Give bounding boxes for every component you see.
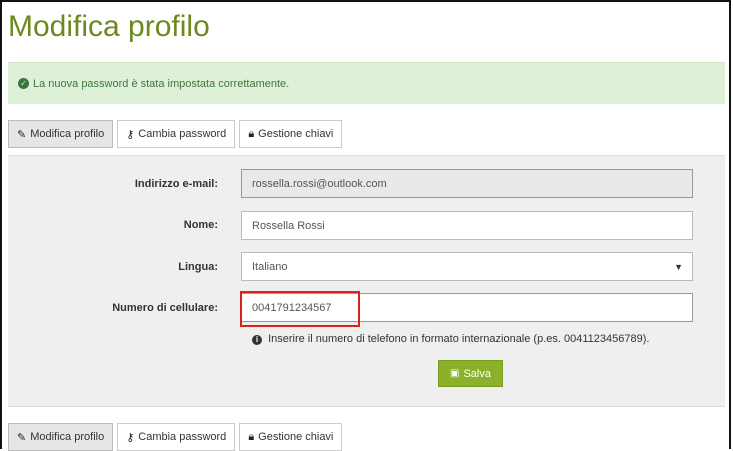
page-title: Modifica profilo [8,10,210,43]
tab-label: Modifica profilo [30,128,105,140]
tab-label: Cambia password [138,431,227,443]
lock-icon: 🔒︎ [248,430,255,443]
phone-hint-text: Inserire il numero di telefono in format… [268,333,650,345]
pencil-icon: ✎ [17,431,27,444]
name-value: Rossella Rossi [252,219,325,232]
floppy-disk-icon: ▣ [450,368,460,379]
email-value: rossella.rossi@outlook.com [252,177,387,190]
tab-modifica-profilo[interactable]: ✎ Modifica profilo [8,423,114,451]
info-icon: i [252,335,262,345]
tab-gestione-chiavi[interactable]: 🔒︎ Gestione chiavi [239,120,343,148]
email-field[interactable]: rossella.rossi@outlook.com [241,169,693,198]
tab-modifica-profilo[interactable]: ✎ Modifica profilo [8,120,114,148]
save-button[interactable]: ▣ Salva [438,360,503,387]
profile-tabs-bottom: ✎ Modifica profilo ⚷ Cambia password 🔒︎ … [8,423,346,451]
name-label: Nome: [183,219,218,231]
key-icon: ⚷ [126,128,135,141]
check-circle-icon: ✓ [18,78,29,89]
tab-cambia-password[interactable]: ⚷ Cambia password [117,120,236,148]
language-value: Italiano [252,260,288,273]
tab-label: Modifica profilo [30,431,105,443]
lock-icon: 🔒︎ [248,127,255,140]
success-alert: ✓ La nuova password è stata impostata co… [8,62,725,104]
tab-label: Gestione chiavi [258,128,334,140]
tab-label: Gestione chiavi [258,431,334,443]
email-label: Indirizzo e-mail: [134,178,218,190]
phone-hint: i Inserire il numero di telefono in form… [252,333,649,345]
key-icon: ⚷ [126,431,135,444]
tab-gestione-chiavi[interactable]: 🔒︎ Gestione chiavi [239,423,343,451]
name-field[interactable]: Rossella Rossi [241,211,693,240]
tab-label: Cambia password [138,128,227,140]
phone-highlight-box [240,291,360,327]
profile-tabs-top: ✎ Modifica profilo ⚷ Cambia password 🔒︎ … [8,120,346,148]
chevron-down-icon: ▼ [674,262,683,272]
save-label: Salva [463,367,491,380]
pencil-icon: ✎ [17,128,27,141]
phone-label: Numero di cellulare: [112,302,218,314]
alert-message: La nuova password è stata impostata corr… [33,77,290,90]
language-label: Lingua: [178,261,218,273]
language-select[interactable]: Italiano ▼ [241,252,693,281]
tab-cambia-password[interactable]: ⚷ Cambia password [117,423,236,451]
